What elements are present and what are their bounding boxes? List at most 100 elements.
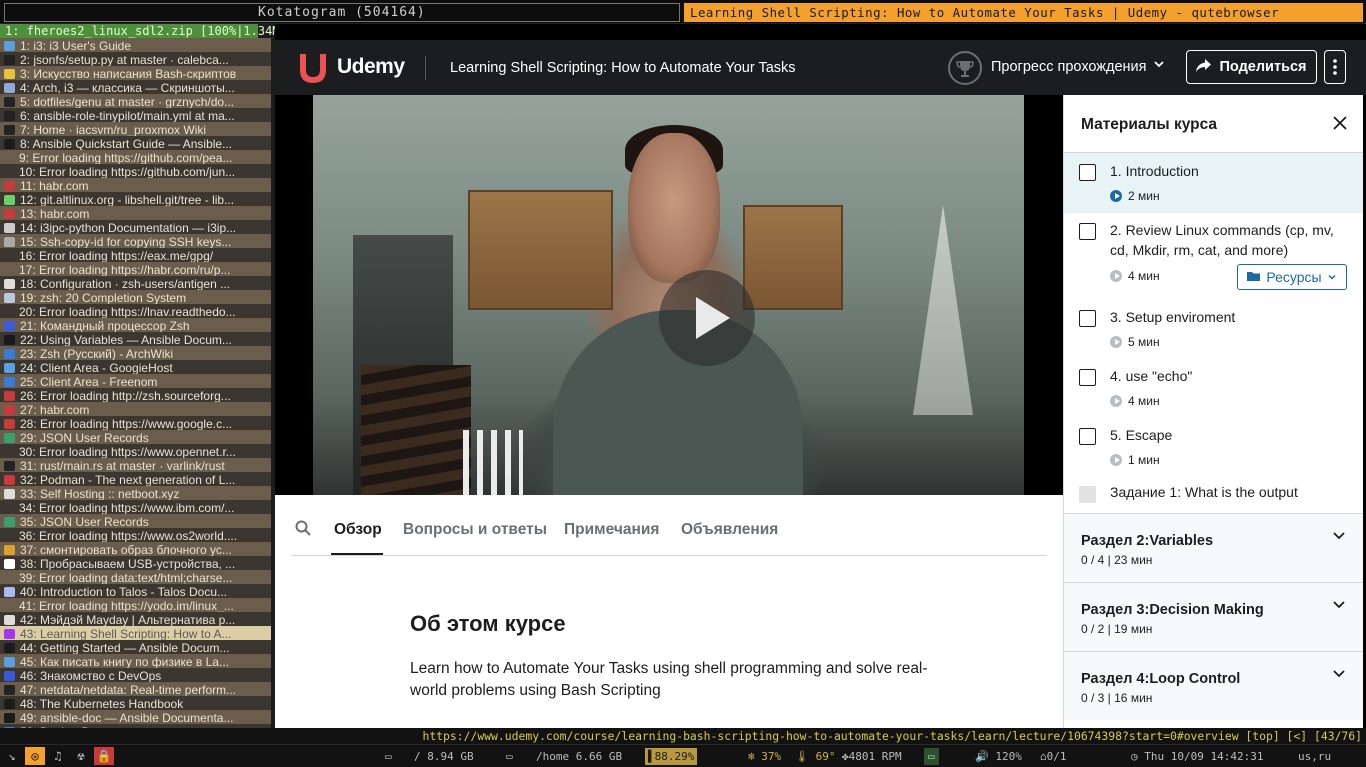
progress-dropdown-label[interactable]: Прогресс прохождения xyxy=(991,59,1147,75)
tab-overview[interactable]: Обзор xyxy=(334,521,382,539)
browser-tab[interactable]: 3: Искусство написания Bash-скриптов xyxy=(0,66,271,80)
terminal-icon[interactable]: ↘ xyxy=(2,747,22,765)
cpu-value: 37% xyxy=(761,750,782,763)
browser-tab[interactable]: 28: Error loading https://www.google.c..… xyxy=(0,416,271,430)
browser-tab[interactable]: 23: Zsh (Русский) - ArchWiki xyxy=(0,346,271,360)
lecture-checkbox[interactable] xyxy=(1079,428,1096,445)
lecture-item[interactable]: 5. Escape 1 мин xyxy=(1064,417,1363,476)
browser-tab[interactable]: 48: The Kubernetes Handbook xyxy=(0,696,271,710)
close-icon[interactable] xyxy=(1332,114,1348,134)
section-header[interactable]: Раздел 3:Decision Making 0 / 2 | 19 мин xyxy=(1064,582,1363,651)
browser-tab[interactable]: 36: Error loading https://www.os2world..… xyxy=(0,528,271,542)
disk-icon: ▭ xyxy=(385,750,392,763)
download-item[interactable]: 1: fheroes2_linux_sdl2.zip [100%|1.34MB] xyxy=(0,24,275,38)
browser-tab[interactable]: 6: ansible-role-tinypilot/main.yml at ma… xyxy=(0,108,271,122)
window-layout[interactable]: ⌂0/1 xyxy=(1040,748,1067,765)
tab-title: 30: Error loading https://www.opennet.r.… xyxy=(19,444,236,458)
chevron-down-icon[interactable] xyxy=(1153,58,1165,73)
browser-tab[interactable]: 32: Podman - The next generation of L... xyxy=(0,472,271,486)
tab-notes[interactable]: Примечания xyxy=(564,521,659,539)
more-options-button[interactable] xyxy=(1324,50,1346,84)
lecture-checkbox[interactable] xyxy=(1079,369,1096,386)
browser-tab[interactable]: 11: habr.com xyxy=(0,178,271,192)
tab-title: 21: Командный процессор Zsh xyxy=(20,318,190,332)
video-player[interactable] xyxy=(275,95,1063,495)
browser-tab[interactable]: 38: Пробрасываем USB-устройства, ... xyxy=(0,556,271,570)
browser-tab[interactable]: 1: i3: i3 User's Guide xyxy=(0,38,271,52)
browser-tab[interactable]: 46: Знакомство с DevOps xyxy=(0,668,271,682)
browser-tab[interactable]: 12: git.altlinux.org - libshell.git/tree… xyxy=(0,192,271,206)
browser-tab[interactable]: 2: jsonfs/setup.py at master · calebca..… xyxy=(0,52,271,66)
lecture-checkbox[interactable] xyxy=(1079,310,1096,327)
resources-button[interactable]: Ресурсы xyxy=(1237,264,1347,290)
search-icon[interactable] xyxy=(295,520,311,541)
music-icon[interactable]: ♫ xyxy=(48,747,68,765)
browser-tab[interactable]: 5: dotfiles/genu at master · grznych/do.… xyxy=(0,94,271,108)
browser-tab[interactable]: 33: Self Hosting :: netboot.xyz xyxy=(0,486,271,500)
browser-tab[interactable]: 34: Error loading https://www.ibm.com/..… xyxy=(0,500,271,514)
browser-tab[interactable]: 26: Error loading http://zsh.sourceforg.… xyxy=(0,388,271,402)
radiation-icon[interactable]: ☢ xyxy=(71,747,91,765)
lecture-checkbox[interactable] xyxy=(1079,164,1096,181)
browser-tab[interactable]: 13: habr.com xyxy=(0,206,271,220)
wm-window-title-right[interactable]: Learning Shell Scripting: How to Automat… xyxy=(684,3,1363,22)
browser-tab[interactable]: 9: Error loading https://github.com/pea.… xyxy=(0,150,271,164)
browser-tab[interactable]: 16: Error loading https://eax.me/gpg/ xyxy=(0,248,271,262)
browser-tab[interactable]: 24: Client Area - GoogieHost xyxy=(0,360,271,374)
lecture-item[interactable]: 3. Setup enviroment 5 мин xyxy=(1064,299,1363,358)
play-icon[interactable] xyxy=(659,270,755,366)
system-status-bar: ↘ ◎ ♫ ☢ 🔒 ▭ / 8.94 GB ▭ /home 6.66 GB ▌8… xyxy=(0,744,1366,767)
section-header[interactable]: Раздел 4:Loop Control 0 / 3 | 16 мин xyxy=(1064,651,1363,720)
browser-tab[interactable]: 4: Arch, i3 — классика — Скриншоты... xyxy=(0,80,271,94)
browser-tab[interactable]: 21: Командный процессор Zsh xyxy=(0,318,271,332)
browser-tab[interactable]: 37: смонтировать образ блочного ус... xyxy=(0,542,271,556)
browser-tab[interactable]: 47: netdata/netdata: Real-time perform..… xyxy=(0,682,271,696)
browser-tab[interactable]: 17: Error loading https://habr.com/ru/p.… xyxy=(0,262,271,276)
browser-tab[interactable]: 44: Getting Started — Ansible Docum... xyxy=(0,640,271,654)
share-button[interactable]: Поделиться xyxy=(1186,50,1317,84)
browser-tab[interactable]: 15: Ssh-copy-id for copying SSH keys... xyxy=(0,234,271,248)
tab-qa[interactable]: Вопросы и ответы xyxy=(403,521,547,539)
assignment-item[interactable]: Задание 1: What is the output xyxy=(1064,476,1363,513)
section-header[interactable]: Раздел 2:Variables 0 / 4 | 23 мин xyxy=(1064,513,1363,582)
wm-window-title-left[interactable]: Kotatogram (504164) xyxy=(258,5,426,20)
browser-tab[interactable]: 20: Error loading https://lnav.readthedo… xyxy=(0,304,271,318)
lecture-item[interactable]: 4. use "echo" 4 мин xyxy=(1064,358,1363,417)
browser-tab[interactable]: 18: Configuration · zsh-users/antigen ..… xyxy=(0,276,271,290)
browser-tab[interactable]: 14: i3ipc-python Documentation — i3ip... xyxy=(0,220,271,234)
browser-tab[interactable]: 29: JSON User Records xyxy=(0,430,271,444)
favicon-icon xyxy=(4,208,15,219)
workspace-browser-icon[interactable]: ◎ xyxy=(25,747,45,765)
browser-tab[interactable]: 25: Client Area - Freenom xyxy=(0,374,271,388)
browser-tab[interactable]: 49: ansible-doc — Ansible Documenta... xyxy=(0,710,271,724)
trophy-icon[interactable] xyxy=(948,51,982,85)
browser-tab[interactable]: 22: Using Variables — Ansible Docum... xyxy=(0,332,271,346)
browser-tab[interactable]: 8: Ansible Quickstart Guide — Ansible... xyxy=(0,136,271,150)
browser-tab[interactable]: 41: Error loading https://yodo.im/linux_… xyxy=(0,598,271,612)
browser-tab-active[interactable]: 43: Learning Shell Scripting: How to A..… xyxy=(0,626,271,640)
tab-title: 11: habr.com xyxy=(20,178,89,192)
course-title[interactable]: Learning Shell Scripting: How to Automat… xyxy=(450,60,796,76)
volume[interactable]: 🔊 120% xyxy=(975,748,1022,765)
browser-tab[interactable]: 39: Error loading data:text/html;charse.… xyxy=(0,570,271,584)
lecture-checkbox[interactable] xyxy=(1079,223,1096,240)
browser-tab[interactable]: 35: JSON User Records xyxy=(0,514,271,528)
browser-tab[interactable]: 10: Error loading https://github.com/jun… xyxy=(0,164,271,178)
lecture-item[interactable]: 1. Introduction 2 мин xyxy=(1064,153,1363,213)
browser-tab[interactable]: 19: zsh: 20 Completion System xyxy=(0,290,271,304)
lock-icon[interactable]: 🔒 xyxy=(94,747,114,765)
favicon-icon xyxy=(4,334,15,345)
video-frame[interactable] xyxy=(313,95,1024,495)
browser-tab[interactable]: 45: Как писать книгу по физике в La... xyxy=(0,654,271,668)
tab-announcements[interactable]: Объявления xyxy=(681,521,778,539)
favicon-icon xyxy=(4,516,15,527)
browser-tab[interactable]: 42: Мэйдэй Mayday | Альтернатива р... xyxy=(0,612,271,626)
browser-tab[interactable]: 31: rust/main.rs at master · varlink/rus… xyxy=(0,458,271,472)
browser-tab[interactable]: 40: Introduction to Talos - Talos Docu..… xyxy=(0,584,271,598)
browser-tab[interactable]: 30: Error loading https://www.opennet.r.… xyxy=(0,444,271,458)
keyboard-layout[interactable]: us,ru xyxy=(1298,748,1331,765)
browser-tab[interactable]: 27: habr.com xyxy=(0,402,271,416)
udemy-logo-text[interactable]: Udemy xyxy=(337,55,405,79)
browser-tab[interactable]: 7: Home · iacsvm/ru_proxmox Wiki xyxy=(0,122,271,136)
udemy-logo-icon[interactable] xyxy=(292,52,334,89)
